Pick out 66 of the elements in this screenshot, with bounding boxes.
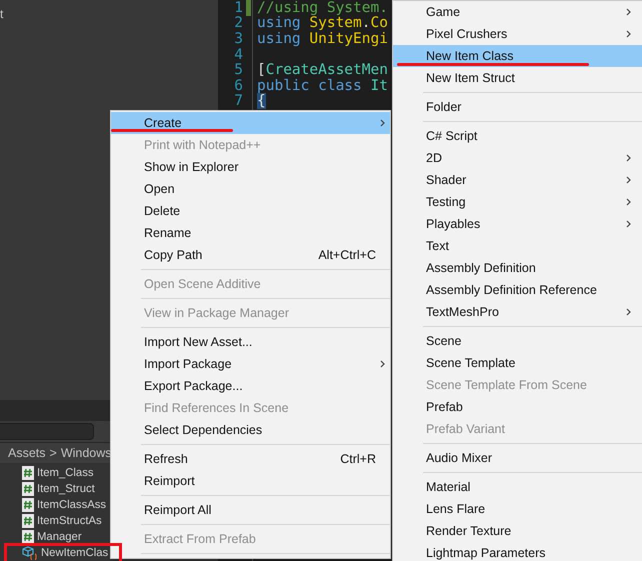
menu-item[interactable]: C# Script [393,125,642,147]
menu-item[interactable]: Import Package [111,353,390,375]
line-number: 4 [233,46,243,63]
menu-item[interactable]: Scene [393,330,642,352]
line-number: 5 [233,62,243,78]
search-field[interactable] [0,423,94,440]
menu-item[interactable]: Delete [111,200,390,222]
script-icon [22,498,34,512]
code-line: public class It [257,78,388,94]
script-icon [22,514,34,528]
code-line: //using System. [257,0,388,16]
menu-item[interactable]: New Item Class [393,45,642,67]
menu-item[interactable]: Lens Flare [393,498,642,520]
menu-item[interactable]: Render Texture [393,520,642,542]
menu-item[interactable]: Copy Path Alt+Ctrl+C [111,244,390,266]
menu-item[interactable]: Import New Asset... [111,331,390,353]
breadcrumb-separator: > [50,446,57,460]
panel-text: t [0,7,4,21]
line-number: 6 [233,78,243,94]
asset-name[interactable]: Manager [37,531,82,544]
menu-item[interactable]: Audio Mixer [393,447,642,469]
menu-item[interactable]: Scene Template [393,352,642,374]
asset-name[interactable]: ItemStructAs [37,515,102,528]
menu-item[interactable]: Pixel Crushers [393,23,642,45]
menu-item[interactable]: Testing [393,191,642,213]
asset-name[interactable]: NewItemClas [41,547,108,560]
shortcut-label: Ctrl+R [340,452,376,466]
menu-item[interactable]: Prefab [393,396,642,418]
cube-icon [22,546,38,560]
shortcut-label: Alt+Ctrl+C [318,248,376,262]
menu-item[interactable]: Text [393,235,642,257]
breadcrumb-item[interactable]: Windows [60,446,112,460]
menu-item[interactable]: Select Dependencies [111,419,390,441]
menu-item[interactable]: Export Package... [111,375,390,397]
menu-item[interactable]: Reimport All [111,499,390,521]
menu-item[interactable]: Playables [393,213,642,235]
menu-item[interactable]: Rename [111,222,390,244]
script-icon [22,530,34,544]
menu-item[interactable]: Material [393,476,642,498]
breadcrumb-item[interactable]: Assets [8,446,46,460]
menu-item[interactable]: TextMeshPro [393,301,642,323]
menu-item[interactable]: Open [111,178,390,200]
menu-item[interactable]: New Item Struct [393,67,642,89]
menu-item[interactable]: 2D [393,147,642,169]
asset-name[interactable]: Item_Class [37,467,94,480]
code-line: using System.Co [257,15,388,32]
line-number: 2 [233,15,243,32]
line-number: 1 [233,0,243,16]
menu-item[interactable]: Folder [393,96,642,118]
menu-item[interactable]: Create [111,112,390,134]
asset-name[interactable]: ItemClassAss [37,499,106,512]
menu-item[interactable]: Game [393,1,642,23]
menu-item[interactable]: Show in Explorer [111,156,390,178]
code-line: [CreateAssetMen [257,62,388,78]
menu-item[interactable]: Lightmap Parameters [393,542,642,561]
menu-item[interactable]: Shader [393,169,642,191]
script-icon [22,466,34,480]
menu-item[interactable]: Refresh Ctrl+R [111,448,390,470]
line-number: 7 [233,93,243,110]
menu-item[interactable]: Assembly Definition Reference [393,279,642,301]
code-line: using UnityEngi [257,30,388,47]
line-number: 3 [233,30,243,47]
menu-item[interactable]: Assembly Definition [393,257,642,279]
script-icon [22,482,34,496]
asset-name[interactable]: Item_Struct [37,483,95,496]
menu-item[interactable]: Reimport [111,470,390,492]
